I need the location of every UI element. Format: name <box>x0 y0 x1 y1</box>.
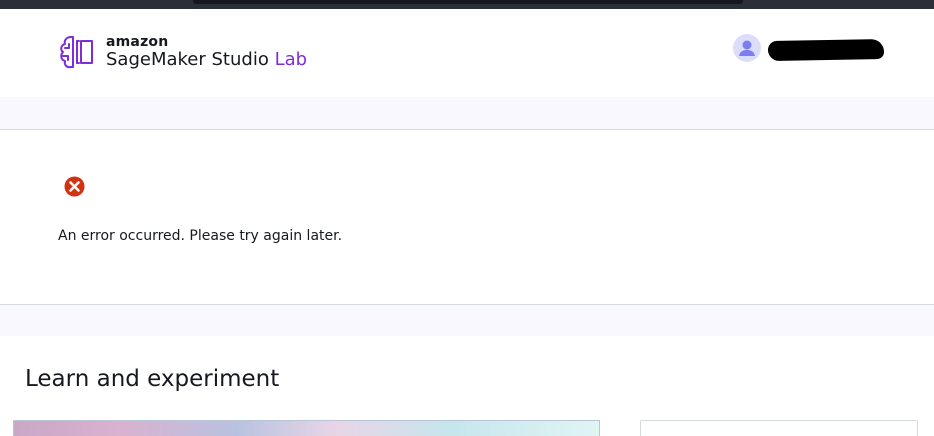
side-card <box>640 420 918 436</box>
brand-amazon: amazon <box>106 34 169 50</box>
brand-accent-text: Lab <box>274 49 308 70</box>
error-message: An error occurred. Please try again late… <box>58 228 343 244</box>
spacer-band-bottom <box>0 305 934 336</box>
browser-top-strip <box>0 0 934 9</box>
person-icon <box>739 40 755 56</box>
brand-product-name[interactable]: SageMaker Studio Lab <box>106 49 307 70</box>
section-title: Learn and experiment <box>25 366 280 392</box>
header: amazon SageMaker Studio Lab <box>0 9 934 97</box>
brand-product-text: SageMaker Studio <box>106 49 269 70</box>
sagemaker-brain-icon[interactable] <box>57 32 97 72</box>
hero-image <box>13 420 600 436</box>
error-alert: An error occurred. Please try again late… <box>0 130 934 305</box>
user-avatar-icon[interactable] <box>733 34 761 62</box>
error-x-icon <box>64 176 85 197</box>
top-strip-bar <box>193 0 743 4</box>
spacer-band-top <box>0 97 934 130</box>
redacted-username <box>767 38 885 62</box>
